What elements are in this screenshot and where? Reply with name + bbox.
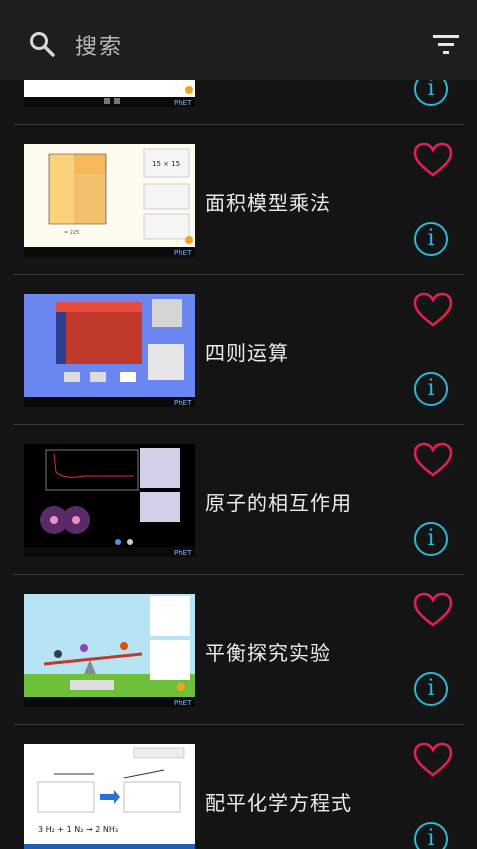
simulation-thumbnail[interactable]: PhET bbox=[24, 444, 195, 557]
list-item[interactable]: PhET 平衡探究实验 i bbox=[13, 575, 464, 725]
simulation-title[interactable]: 原子的相互作用 bbox=[205, 487, 352, 516]
simulation-title[interactable]: 面积模型乘法 bbox=[205, 187, 331, 216]
heart-icon[interactable] bbox=[413, 442, 453, 478]
heart-icon[interactable] bbox=[413, 592, 453, 628]
svg-text:PhET: PhET bbox=[174, 399, 192, 407]
info-button[interactable]: i bbox=[414, 522, 448, 556]
simulation-thumbnail[interactable]: PhET bbox=[24, 594, 195, 707]
heart-icon[interactable] bbox=[413, 742, 453, 778]
simulation-thumbnail[interactable]: PhET bbox=[24, 294, 195, 407]
svg-text:3 H₂ + 1 N₂ → 2 NH₃: 3 H₂ + 1 N₂ → 2 NH₃ bbox=[38, 825, 118, 834]
heart-icon[interactable] bbox=[413, 142, 453, 178]
search-icon[interactable] bbox=[29, 31, 55, 57]
svg-text:PhET: PhET bbox=[174, 699, 192, 707]
simulation-thumbnail[interactable]: 3 H₂ + 1 N₂ → 2 NH₃ bbox=[24, 744, 195, 849]
simulation-list: PhET i 15 × 15 = 225 PhET 面积模型乘法 i PhET … bbox=[0, 0, 477, 849]
simulation-thumbnail[interactable]: 15 × 15 = 225 PhET bbox=[24, 144, 195, 257]
svg-text:PhET: PhET bbox=[174, 249, 192, 257]
svg-text:PhET: PhET bbox=[174, 99, 192, 107]
simulation-title[interactable]: 四则运算 bbox=[205, 337, 289, 366]
search-bar: 搜索 bbox=[0, 0, 477, 80]
simulation-title[interactable]: 平衡探究实验 bbox=[205, 637, 331, 666]
svg-text:= 225: = 225 bbox=[64, 230, 79, 236]
list-item[interactable]: 15 × 15 = 225 PhET 面积模型乘法 i bbox=[13, 125, 464, 275]
svg-text:PhET: PhET bbox=[174, 549, 192, 557]
filter-icon[interactable] bbox=[432, 33, 460, 55]
info-button[interactable]: i bbox=[414, 222, 448, 256]
heart-icon[interactable] bbox=[413, 292, 453, 328]
simulation-title[interactable]: 配平化学方程式 bbox=[205, 787, 352, 816]
svg-text:15 × 15: 15 × 15 bbox=[152, 160, 180, 168]
search-input[interactable]: 搜索 bbox=[75, 29, 123, 61]
info-button[interactable]: i bbox=[414, 372, 448, 406]
list-item[interactable]: PhET 四则运算 i bbox=[13, 275, 464, 425]
list-item[interactable]: 3 H₂ + 1 N₂ → 2 NH₃ 配平化学方程式 i bbox=[13, 725, 464, 849]
list-item[interactable]: PhET 原子的相互作用 i bbox=[13, 425, 464, 575]
info-button[interactable]: i bbox=[414, 822, 448, 849]
info-button[interactable]: i bbox=[414, 672, 448, 706]
